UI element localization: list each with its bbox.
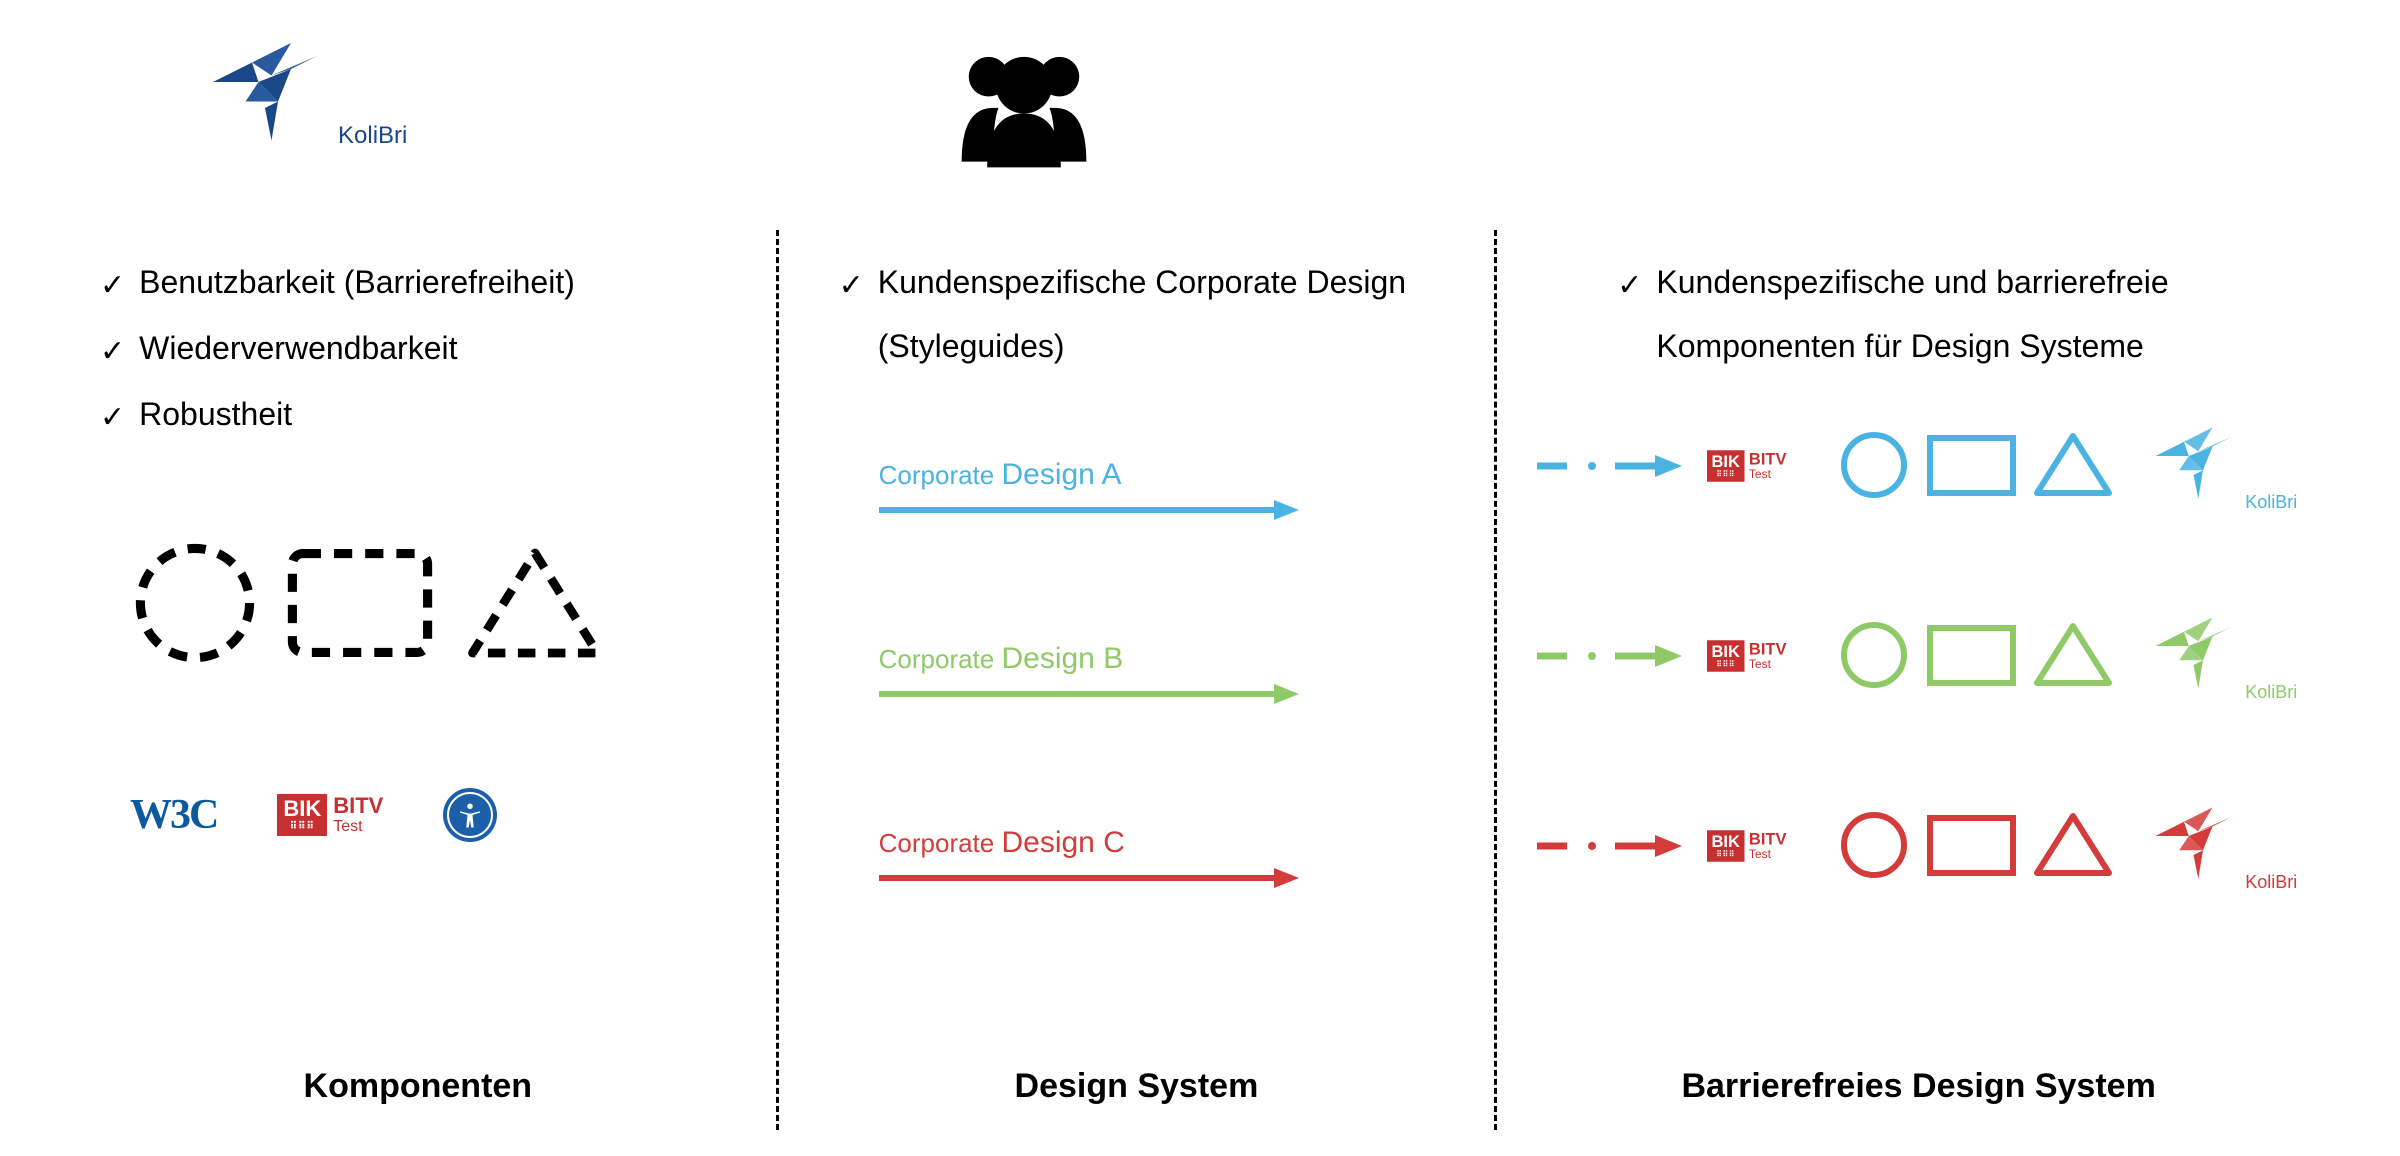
circle-icon [1837,808,1912,883]
standards-logos: W3C BIK ⠿⠿⠿ BITV Test [100,788,736,842]
bik-bitv-logo: BIK⠿⠿⠿ BITVTest [1707,640,1790,672]
bullet-item: ✓ Benutzbarkeit (Barrierefreiheit) [100,250,736,316]
triangle-icon [2031,428,2116,503]
design-label: Design A [1001,458,1121,491]
bullet-list: ✓ Kundenspezifische Corporate Design (St… [819,210,1455,378]
column-header: KoliBri [100,30,736,210]
square-icon [1924,618,2019,693]
dash-dot-arrow-icon [1537,451,1687,481]
design-row-a: Corporate Design A [879,458,1455,522]
square-icon [1924,428,2019,503]
design-prefix: Corporate [879,460,1002,490]
column-design-system: ✓ Kundenspezifische Corporate Design (St… [779,30,1495,1116]
result-row: BIK⠿⠿⠿ BITVTest KoliBri [1537,608,2300,703]
bitv-test-text: Test [333,818,383,836]
bik-bitv-logo: BIK⠿⠿⠿ BITVTest [1707,450,1790,482]
bullet-item: ✓ Wiederverwendbarkeit [100,316,736,382]
colored-shapes [1837,808,2116,883]
column-title: Design System [779,1067,1495,1116]
column-header [819,30,1455,210]
dashed-square-icon [280,538,440,668]
result-rows: BIK⠿⠿⠿ BITVTest KoliBri [1537,418,2300,893]
dashed-circle-icon [130,538,260,668]
arrow-icon [879,866,1299,890]
circle-icon [1837,618,1912,693]
kolibri-brand-text: KoliBri [2245,492,2297,513]
arrow-icon [879,498,1299,522]
bik-square: BIK ⠿⠿⠿ [277,794,327,836]
kolibri-bird-icon [2146,418,2241,513]
column-barrierefrei: ✓ Kundenspezifische und barrierefreie Ko… [1497,30,2340,1116]
dashed-triangle-icon [460,538,610,668]
design-prefix: Corporate [879,644,1002,674]
bik-bitv-logo: BIK⠿⠿⠿ BITVTest [1707,830,1790,862]
column-header [1537,30,2300,210]
triangle-icon [2031,808,2116,883]
kolibri-bird-icon [2146,798,2241,893]
kolibri-brand-text: KoliBri [2245,872,2297,893]
check-icon: ✓ [100,250,125,316]
bullet-item: ✓ Kundenspezifische und barrierefreie Ko… [1617,250,2300,378]
kolibri-logo-small: KoliBri [2146,798,2297,893]
arrow-icon [879,682,1299,706]
result-row: BIK⠿⠿⠿ BITVTest KoliBri [1537,418,2300,513]
diagram-container: KoliBri ✓ Benutzbarkeit (Barrierefreihei… [0,0,2400,1156]
bik-bitv-logo: BIK ⠿⠿⠿ BITV Test [277,794,383,836]
kolibri-bird-icon [2146,608,2241,703]
kolibri-brand-text: KoliBri [338,122,407,160]
people-group-icon [939,30,1109,180]
column-title: Barrierefreies Design System [1497,1067,2340,1116]
circle-icon [1837,428,1912,503]
square-icon [1924,808,2019,883]
bullet-item: ✓ Robustheit [100,382,736,448]
bullet-list: ✓ Benutzbarkeit (Barrierefreiheit) ✓ Wie… [100,210,736,448]
design-prefix: Corporate [879,828,1002,858]
bullet-text: Wiederverwendbarkeit [139,316,457,380]
kolibri-bird-icon [200,30,330,160]
design-row-c: Corporate Design C [879,826,1455,890]
result-row: BIK⠿⠿⠿ BITVTest KoliBri [1537,798,2300,893]
column-komponenten: KoliBri ✓ Benutzbarkeit (Barrierefreihei… [60,30,776,1116]
kolibri-logo: KoliBri [200,30,407,160]
dash-dot-arrow-icon [1537,641,1687,671]
bullet-text: Kundenspezifische Corporate Design (Styl… [878,250,1454,378]
bullet-text: Kundenspezifische und barrierefreie Komp… [1656,250,2300,378]
kolibri-logo-small: KoliBri [2146,608,2297,703]
colored-shapes [1837,428,2116,503]
check-icon: ✓ [839,250,864,316]
check-icon: ✓ [1617,250,1642,316]
colored-shapes [1837,618,2116,693]
column-title: Komponenten [60,1067,776,1116]
corporate-design-list: Corporate Design A Corporate Design B [819,458,1455,890]
dash-dot-arrow-icon [1537,831,1687,861]
bullet-item: ✓ Kundenspezifische Corporate Design (St… [839,250,1455,378]
check-icon: ✓ [100,382,125,448]
bitv-text: BITV [333,793,383,818]
bullet-text: Benutzbarkeit (Barrierefreiheit) [139,250,575,314]
design-label: Design C [1001,826,1124,859]
bullet-text: Robustheit [139,382,292,446]
accessibility-icon [443,788,497,842]
bullet-list: ✓ Kundenspezifische und barrierefreie Ko… [1537,210,2300,378]
w3c-logo: W3C [130,791,217,839]
check-icon: ✓ [100,316,125,382]
design-row-b: Corporate Design B [879,642,1455,706]
dashed-shapes [100,538,736,668]
kolibri-logo-small: KoliBri [2146,418,2297,513]
triangle-icon [2031,618,2116,693]
design-label: Design B [1001,642,1123,675]
kolibri-brand-text: KoliBri [2245,682,2297,703]
